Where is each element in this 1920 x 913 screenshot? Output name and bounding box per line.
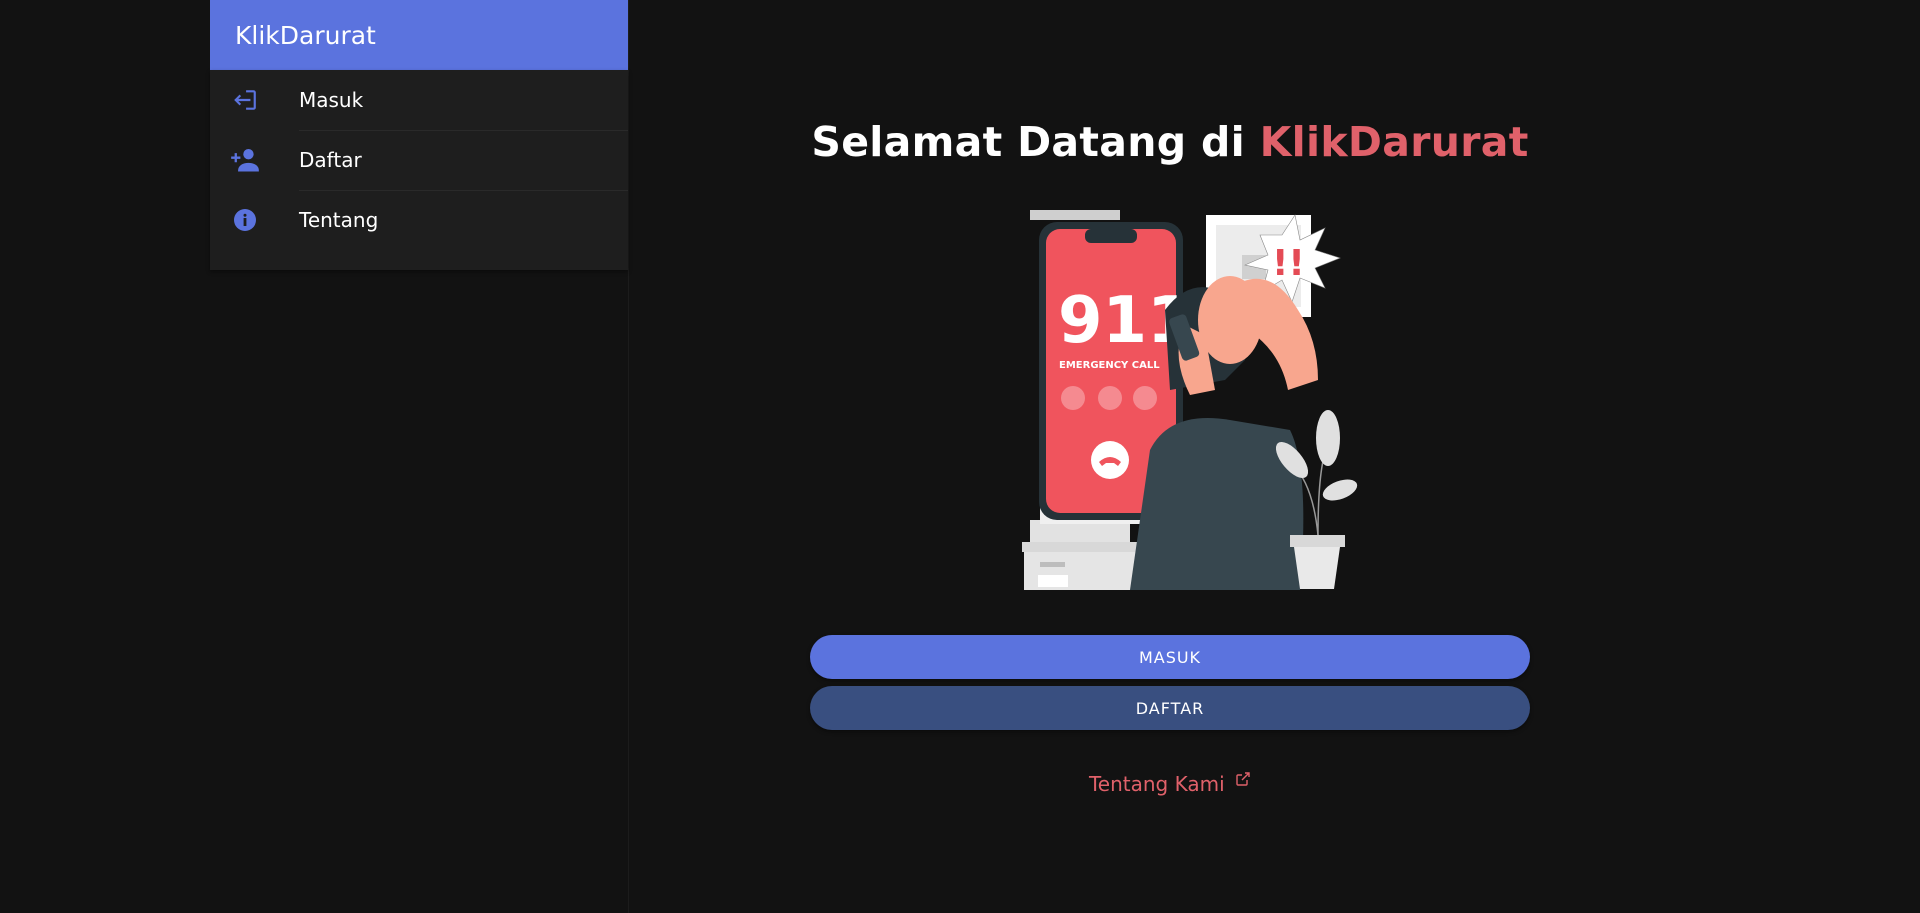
main-content: Selamat Datang di KlikDarurat !! 911 EME bbox=[630, 0, 1920, 913]
external-link-icon bbox=[1235, 768, 1251, 792]
login-icon bbox=[230, 85, 260, 115]
sidebar-item-label: Tentang bbox=[299, 208, 379, 232]
sidebar: KlikDarurat Masuk Daftar Tentang bbox=[210, 0, 629, 913]
masuk-button[interactable]: MASUK bbox=[810, 635, 1530, 679]
sidebar-item-tentang[interactable]: Tentang bbox=[210, 190, 628, 250]
about-us-link[interactable]: Tentang Kami bbox=[630, 768, 1710, 796]
sidebar-item-label: Daftar bbox=[299, 148, 362, 172]
svg-text:!!: !! bbox=[1272, 243, 1305, 284]
page-title: Selamat Datang di KlikDarurat bbox=[630, 118, 1710, 166]
daftar-button[interactable]: DAFTAR bbox=[810, 686, 1530, 730]
welcome-prefix: Selamat Datang di bbox=[811, 118, 1245, 166]
sidebar-item-daftar[interactable]: Daftar bbox=[210, 130, 628, 190]
welcome-brand: KlikDarurat bbox=[1259, 118, 1529, 166]
about-us-link-label: Tentang Kami bbox=[1088, 772, 1225, 796]
person-add-icon bbox=[230, 145, 260, 175]
sidebar-item-masuk[interactable]: Masuk bbox=[210, 70, 628, 130]
emergency-call-illustration: !! 911 EMERGENCY CALL bbox=[980, 210, 1360, 600]
phone-caption-text: EMERGENCY CALL bbox=[1059, 360, 1160, 371]
app-title: KlikDarurat bbox=[210, 0, 628, 70]
sidebar-item-label: Masuk bbox=[299, 88, 364, 112]
sidebar-nav: Masuk Daftar Tentang bbox=[210, 70, 628, 270]
info-icon bbox=[230, 205, 260, 235]
